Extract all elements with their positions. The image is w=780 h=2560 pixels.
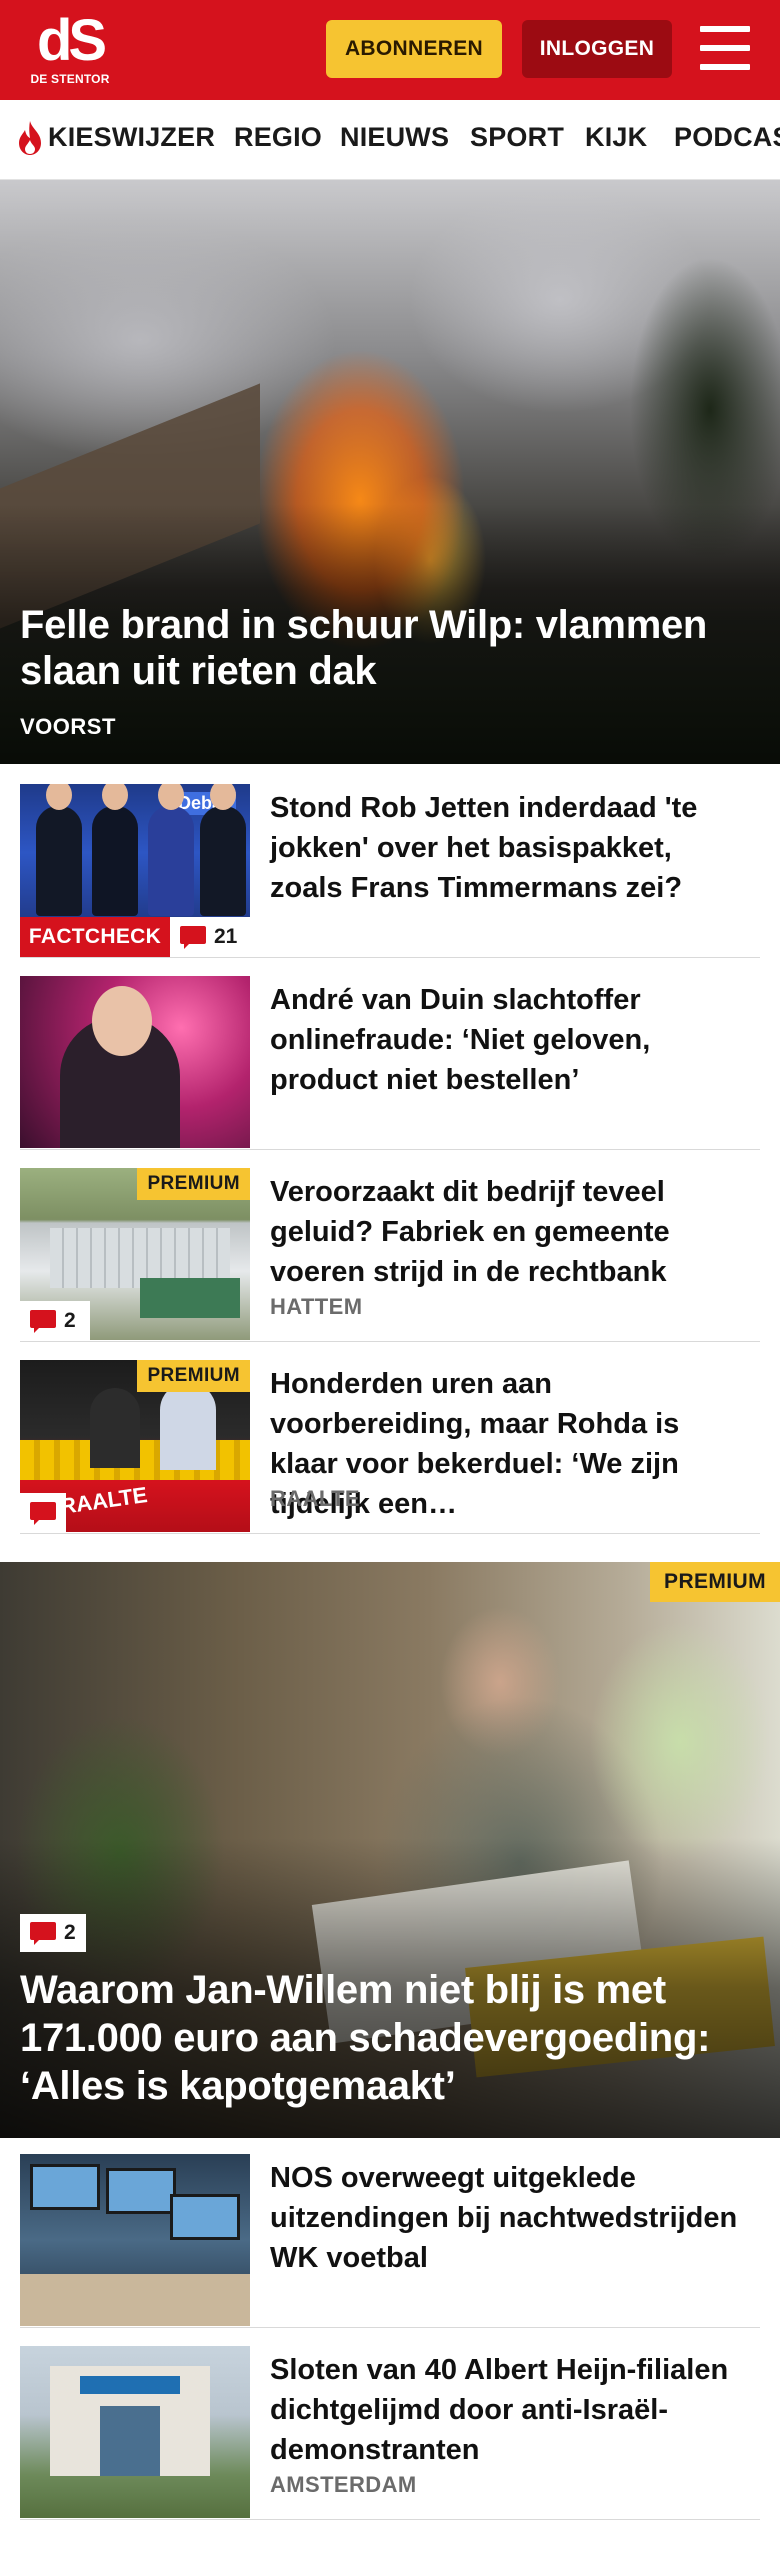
logo-subtitle: DE STENTOR: [30, 72, 110, 86]
factory-building: [140, 1278, 240, 1318]
comment-count-badge[interactable]: 21: [170, 917, 250, 957]
person-figure: [148, 806, 194, 916]
article-title[interactable]: André van Duin slachtoffer onlinefraude:…: [270, 980, 750, 1100]
article-title[interactable]: Sloten van 40 Albert Heijn-filialen dich…: [270, 2350, 750, 2470]
top-bar: dS DE STENTOR ABONNEREN INLOGGEN: [0, 0, 780, 100]
hero-location-tag: VOORST: [20, 714, 116, 739]
person-figure: [92, 806, 138, 916]
login-button[interactable]: INLOGGEN: [522, 20, 672, 78]
article-thumbnail: [20, 2346, 250, 2518]
person-figure: [200, 806, 246, 916]
article-row[interactable]: Debat FACTCHECK 21 Stond Rob Jetten inde…: [20, 784, 760, 958]
article-location: AMSTERDAM: [270, 2472, 417, 2497]
article-title[interactable]: NOS overweegt uitgeklede uitzendingen bi…: [270, 2158, 750, 2278]
nav-item-sport[interactable]: SPORT: [470, 122, 564, 153]
store-sign: [80, 2376, 180, 2394]
comment-icon: [180, 926, 206, 949]
article-location: HATTEM: [270, 1294, 363, 1319]
store-door: [100, 2406, 160, 2476]
nav-item-kijk[interactable]: KIJK: [585, 122, 647, 153]
site-logo[interactable]: dS DE STENTOR: [28, 12, 112, 90]
comment-count-badge[interactable]: [20, 1493, 66, 1533]
premium-badge: PREMIUM: [650, 1562, 780, 1602]
feature-article[interactable]: PREMIUM 2 Waarom Jan-Willem niet blij is…: [0, 1562, 780, 2138]
thumbnail-text: RAALTE: [58, 1482, 149, 1519]
menu-icon-line: [700, 26, 750, 32]
article-row[interactable]: NOS overweegt uitgeklede uitzendingen bi…: [20, 2154, 760, 2328]
article-title[interactable]: Stond Rob Jetten inderdaad 'te jokken' o…: [270, 788, 750, 908]
comment-icon: [30, 1502, 56, 1525]
feature-title[interactable]: Waarom Jan-Willem niet blij is met 171.0…: [20, 1966, 760, 2110]
article-row[interactable]: RAALTE PREMIUM Honderden uren aan voorbe…: [20, 1360, 760, 1534]
monitor-screen: [106, 2168, 176, 2214]
comment-count: 2: [64, 1309, 76, 1332]
comment-count-badge[interactable]: 2: [20, 1914, 86, 1952]
comment-count-badge[interactable]: 2: [20, 1301, 90, 1341]
comment-icon: [30, 1310, 56, 1333]
comment-icon: [30, 1922, 56, 1945]
nav-item-nieuws[interactable]: NIEUWS: [340, 122, 449, 153]
article-title[interactable]: Veroorzaakt dit bedrijf teveel geluid? F…: [270, 1172, 750, 1292]
article-thumbnail: [20, 2154, 250, 2326]
nav-item-podcast[interactable]: PODCAST: [674, 122, 780, 153]
monitor-screen: [30, 2164, 100, 2210]
article-row[interactable]: André van Duin slachtoffer onlinefraude:…: [20, 976, 760, 1150]
menu-icon[interactable]: [700, 26, 750, 70]
article-row[interactable]: PREMIUM 2 Veroorzaakt dit bedrijf teveel…: [20, 1168, 760, 1342]
studio-desk: [20, 2274, 250, 2326]
person-figure: [36, 806, 82, 916]
flame-icon: [19, 121, 41, 155]
article-location: RAALTE: [270, 1486, 360, 1511]
person-face: [92, 986, 152, 1056]
logo-mark: dS: [36, 8, 107, 73]
premium-badge: PREMIUM: [137, 1360, 250, 1392]
hero-article[interactable]: Felle brand in schuur Wilp: vlammen slaa…: [0, 180, 780, 764]
menu-icon-line: [700, 45, 750, 51]
person-figure: [160, 1382, 216, 1470]
article-row[interactable]: Sloten van 40 Albert Heijn-filialen dich…: [20, 2346, 760, 2520]
person-head: [102, 784, 128, 810]
section-nav: KIESWIJZER REGIO NIEUWS SPORT KIJK PODCA…: [0, 100, 780, 180]
person-head: [46, 784, 72, 810]
nav-item-regio[interactable]: REGIO: [234, 122, 322, 153]
comment-count: 2: [64, 1921, 76, 1944]
comment-count: 21: [214, 925, 238, 948]
monitor-screen: [170, 2194, 240, 2240]
person-figure: [90, 1388, 140, 1468]
menu-icon-line: [700, 64, 750, 70]
article-thumbnail: [20, 976, 250, 1148]
hero-title[interactable]: Felle brand in schuur Wilp: vlammen slaa…: [20, 602, 760, 694]
nav-item-kieswijzer[interactable]: KIESWIJZER: [48, 122, 215, 153]
subscribe-button[interactable]: ABONNEREN: [326, 20, 502, 78]
premium-badge: PREMIUM: [137, 1168, 250, 1200]
factcheck-label: FACTCHECK: [20, 917, 170, 957]
